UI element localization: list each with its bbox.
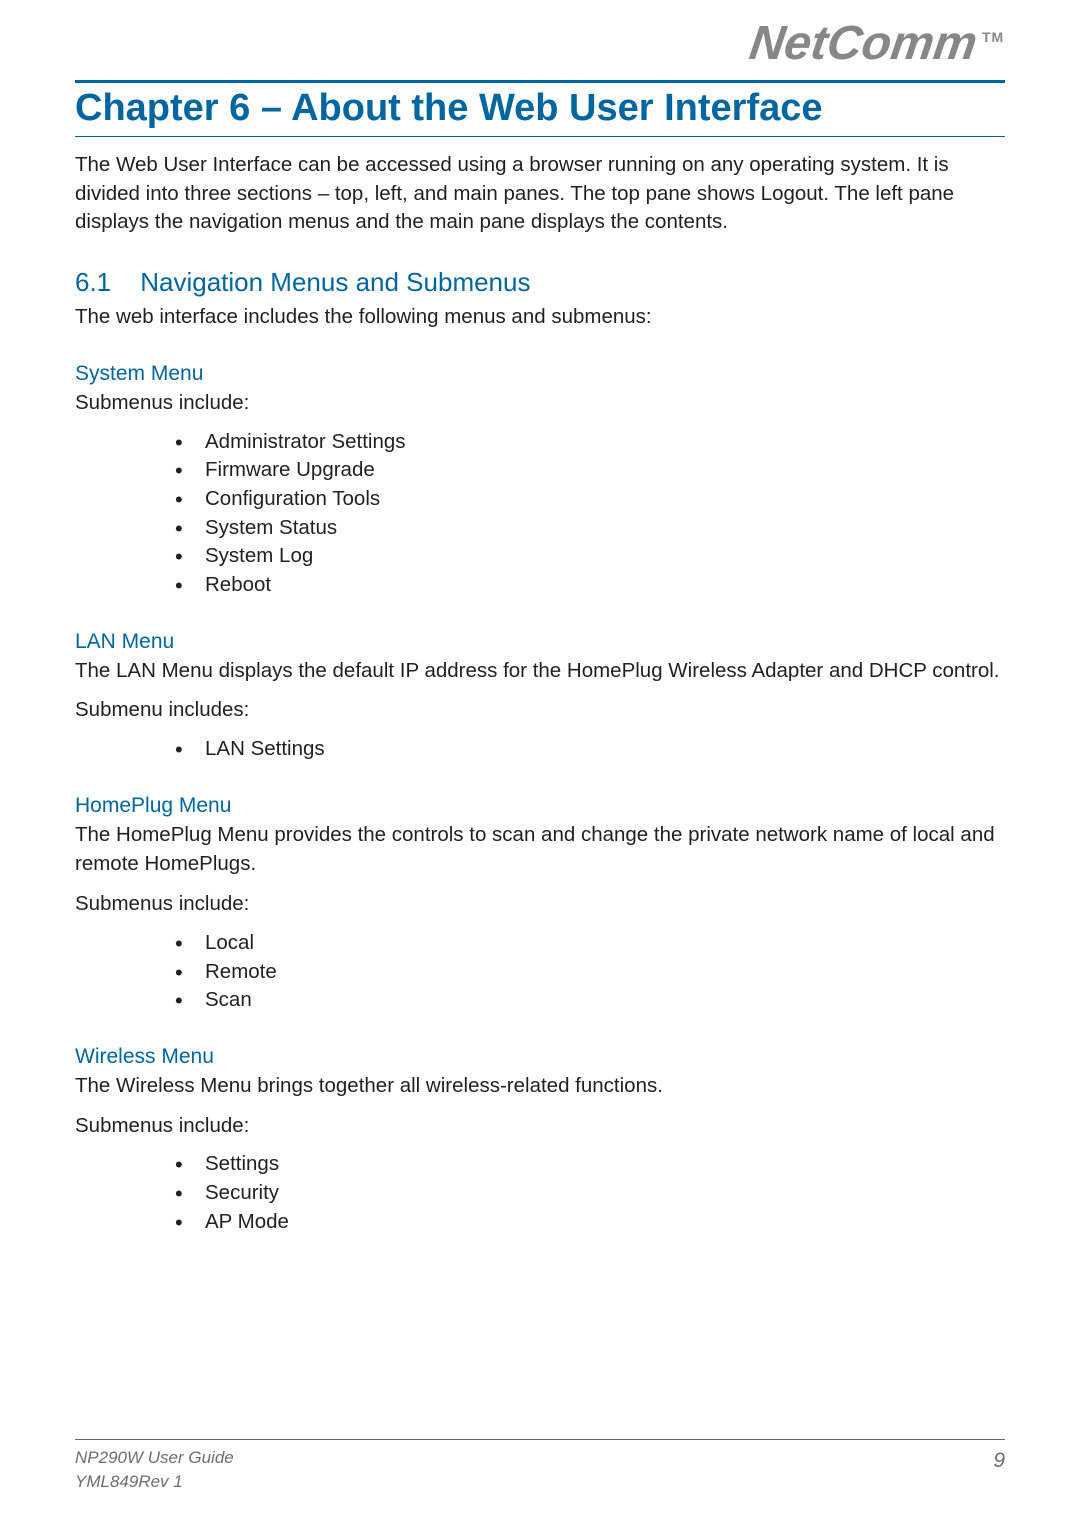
menu-lead-homeplug: Submenus include:	[75, 889, 1005, 919]
list-item: AP Mode	[175, 1208, 1005, 1237]
brand-logo: NetCommTM	[747, 20, 1009, 68]
menu-heading-system: System Menu	[75, 362, 1005, 386]
footer-left: NP290W User Guide YML849Rev 1	[75, 1446, 234, 1494]
menu-lead-system: Submenus include:	[75, 388, 1005, 418]
menu-lead-lan: Submenu includes:	[75, 695, 1005, 725]
menu-list-wireless: Settings Security AP Mode	[75, 1150, 1005, 1236]
brand-name: NetComm	[746, 17, 980, 70]
list-item: Settings	[175, 1150, 1005, 1179]
footer-row: NP290W User Guide YML849Rev 1 9	[75, 1446, 1005, 1494]
section-intro: The web interface includes the following…	[75, 302, 1005, 332]
list-item: Security	[175, 1179, 1005, 1208]
list-item: LAN Settings	[175, 735, 1005, 764]
menu-lead-wireless: Submenus include:	[75, 1111, 1005, 1141]
menu-desc-homeplug: The HomePlug Menu provides the controls …	[75, 820, 1005, 879]
section-number: 6.1	[75, 267, 133, 298]
list-item: Scan	[175, 986, 1005, 1015]
menu-desc-lan: The LAN Menu displays the default IP add…	[75, 656, 1005, 686]
list-item: System Status	[175, 514, 1005, 543]
list-item: System Log	[175, 542, 1005, 571]
section-title: Navigation Menus and Submenus	[140, 267, 530, 297]
menu-list-homeplug: Local Remote Scan	[75, 929, 1005, 1015]
document-page: NetCommTM Chapter 6 – About the Web User…	[0, 0, 1080, 1532]
section-heading: 6.1 Navigation Menus and Submenus	[75, 267, 1005, 298]
footer-doc-title: NP290W User Guide	[75, 1446, 234, 1470]
trademark-symbol: TM	[982, 30, 1004, 44]
list-item: Remote	[175, 958, 1005, 987]
list-item: Configuration Tools	[175, 485, 1005, 514]
list-item: Local	[175, 929, 1005, 958]
footer: NP290W User Guide YML849Rev 1 9	[75, 1439, 1005, 1494]
menu-list-lan: LAN Settings	[75, 735, 1005, 764]
menu-heading-wireless: Wireless Menu	[75, 1045, 1005, 1069]
footer-separator	[75, 1439, 1005, 1440]
header-separator	[75, 80, 1005, 83]
list-item: Administrator Settings	[175, 428, 1005, 457]
page-number: 9	[993, 1446, 1005, 1475]
menu-heading-lan: LAN Menu	[75, 630, 1005, 654]
list-item: Reboot	[175, 571, 1005, 600]
menu-desc-wireless: The Wireless Menu brings together all wi…	[75, 1071, 1005, 1101]
header: NetCommTM	[75, 20, 1005, 74]
footer-doc-rev: YML849Rev 1	[75, 1470, 234, 1494]
chapter-intro: The Web User Interface can be accessed u…	[75, 151, 1005, 237]
list-item: Firmware Upgrade	[175, 456, 1005, 485]
chapter-title: Chapter 6 – About the Web User Interface	[75, 87, 1005, 130]
menu-heading-homeplug: HomePlug Menu	[75, 794, 1005, 818]
title-separator	[75, 136, 1005, 137]
menu-list-system: Administrator Settings Firmware Upgrade …	[75, 428, 1005, 600]
